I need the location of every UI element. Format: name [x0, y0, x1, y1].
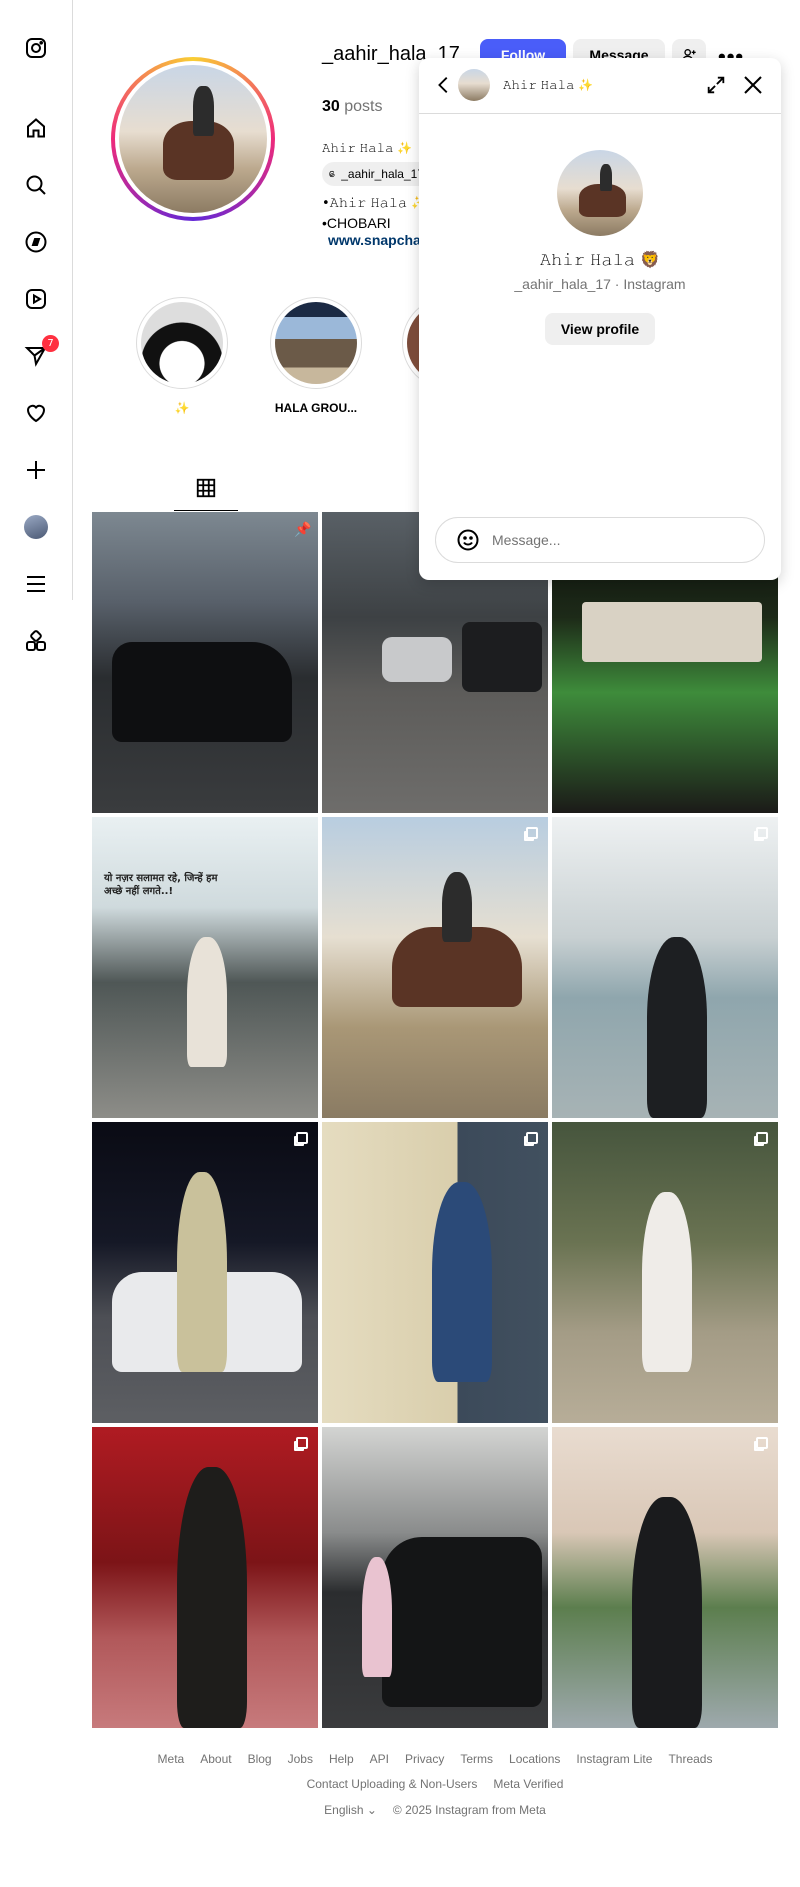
posts-grid: 📌 यो नज़र सलामत रहे, जिन्हें हम अच्छे नह…: [92, 512, 778, 1728]
threads-icon: [329, 170, 335, 178]
post-tile[interactable]: [92, 1122, 318, 1423]
carousel-icon: [296, 1132, 308, 1144]
carousel-icon: [756, 827, 768, 839]
post-tile[interactable]: [322, 1427, 548, 1728]
highlight-1[interactable]: ✨: [134, 297, 230, 415]
pinned-icon: 📌: [294, 521, 312, 537]
post-tile[interactable]: [552, 817, 778, 1118]
footer-link[interactable]: API: [370, 1752, 389, 1766]
footer-link[interactable]: Meta Verified: [493, 1777, 563, 1791]
footer-link[interactable]: Locations: [509, 1752, 560, 1766]
create-plus-icon[interactable]: [21, 455, 51, 485]
highlight-label: HALA GROU...: [274, 401, 358, 415]
carousel-icon: [756, 1437, 768, 1449]
explore-icon[interactable]: [21, 227, 51, 257]
footer-link[interactable]: Blog: [248, 1752, 272, 1766]
highlight-2[interactable]: HALA GROU...: [268, 297, 364, 415]
footer-link[interactable]: About: [200, 1752, 231, 1766]
footer-link[interactable]: Contact Uploading & Non-Users: [307, 1777, 478, 1791]
emoji-icon[interactable]: [456, 528, 480, 552]
footer-links: Meta About Blog Jobs Help API Privacy Te…: [92, 1752, 778, 1766]
threads-badge[interactable]: _aahir_hala_17: [322, 162, 432, 186]
chevron-down-icon: ⌄: [366, 1803, 377, 1817]
posts-label: posts: [344, 98, 383, 115]
grid-icon: [196, 478, 216, 497]
bio-link-text: www.snapchat.com: [328, 232, 422, 248]
bio-link[interactable]: www.snapchat.com: [322, 232, 422, 248]
chat-avatar-large: [557, 150, 643, 236]
chat-contact-name[interactable]: 𝙰𝚑𝚒𝚛 𝙷𝚊𝚕𝚊 ✨: [503, 78, 593, 93]
footer-bottom: English ⌄ © 2025 Instagram from Meta: [92, 1803, 778, 1817]
post-tile[interactable]: [552, 1427, 778, 1728]
also-from-meta-icon[interactable]: [21, 626, 51, 656]
post-tile[interactable]: [322, 817, 548, 1118]
expand-icon[interactable]: [705, 74, 727, 96]
chat-popup: 𝙰𝚑𝚒𝚛 𝙷𝚊𝚕𝚊 ✨ 𝙰𝚑𝚒𝚛 𝙷𝚊𝚕𝚊 🦁 _aahir_hala_17 ·…: [419, 58, 781, 580]
bio-line-1: •𝙰𝚑𝚒𝚛 𝙷𝚊𝚕𝚊 ✨: [322, 196, 428, 211]
posts-count: 30 posts: [322, 98, 383, 116]
search-icon[interactable]: [21, 170, 51, 200]
post-caption-text: यो नज़र सलामत रहे, जिन्हें हम अच्छे नहीं…: [104, 873, 218, 897]
carousel-icon: [756, 1132, 768, 1144]
left-nav: 7: [0, 0, 73, 651]
footer-link[interactable]: Meta: [158, 1752, 185, 1766]
reels-icon[interactable]: [21, 284, 51, 314]
post-tile[interactable]: 📌: [92, 512, 318, 813]
post-tile[interactable]: यो नज़र सलामत रहे, जिन्हें हम अच्छे नहीं…: [92, 817, 318, 1118]
threads-handle: _aahir_hala_17: [341, 167, 424, 181]
footer-link[interactable]: Privacy: [405, 1752, 444, 1766]
menu-icon[interactable]: [21, 569, 51, 599]
language-label: English: [324, 1803, 364, 1817]
footer-link[interactable]: Terms: [460, 1752, 493, 1766]
close-icon[interactable]: [741, 73, 765, 97]
footer-links-row2: Contact Uploading & Non-Users Meta Verif…: [92, 1777, 778, 1791]
chat-subtitle: _aahir_hala_17 · Instagram: [514, 276, 686, 292]
chat-full-name: 𝙰𝚑𝚒𝚛 𝙷𝚊𝚕𝚊 🦁: [539, 250, 661, 269]
view-profile-button[interactable]: View profile: [545, 313, 655, 345]
footer-link[interactable]: Threads: [668, 1752, 712, 1766]
chat-avatar-small[interactable]: [458, 69, 490, 101]
post-tile[interactable]: [322, 1122, 548, 1423]
rider-shape: [193, 85, 214, 137]
notification-badge: 7: [42, 335, 59, 352]
footer-link[interactable]: Help: [329, 1752, 354, 1766]
bio-line-2: •CHOBARI: [322, 215, 391, 231]
post-tile[interactable]: [92, 1427, 318, 1728]
message-input[interactable]: [492, 532, 742, 548]
back-arrow-icon[interactable]: [433, 74, 455, 96]
instagram-logo-icon[interactable]: [21, 33, 51, 63]
language-selector[interactable]: English ⌄: [324, 1803, 377, 1817]
profile-avatar-large[interactable]: [111, 57, 275, 221]
highlight-label: ✨: [174, 401, 190, 415]
carousel-icon: [526, 1132, 538, 1144]
profile-full-name: 𝙰𝚑𝚒𝚛 𝙷𝚊𝚕𝚊 ✨: [322, 141, 413, 155]
footer-link[interactable]: Instagram Lite: [576, 1752, 652, 1766]
carousel-icon: [296, 1437, 308, 1449]
footer: Meta About Blog Jobs Help API Privacy Te…: [92, 1752, 778, 1817]
chat-header: 𝙰𝚑𝚒𝚛 𝙷𝚊𝚕𝚊 ✨: [419, 58, 781, 114]
posts-number: 30: [322, 98, 340, 115]
notifications-heart-icon[interactable]: [21, 398, 51, 428]
profile-avatar[interactable]: [21, 512, 51, 542]
direct-messages-icon[interactable]: 7: [21, 335, 59, 371]
copyright: © 2025 Instagram from Meta: [392, 1803, 546, 1817]
footer-link[interactable]: Jobs: [288, 1752, 313, 1766]
post-tile[interactable]: [552, 1122, 778, 1423]
message-composer: [435, 517, 765, 563]
home-icon[interactable]: [21, 113, 51, 143]
tab-posts-grid[interactable]: [174, 465, 238, 511]
carousel-icon: [526, 827, 538, 839]
